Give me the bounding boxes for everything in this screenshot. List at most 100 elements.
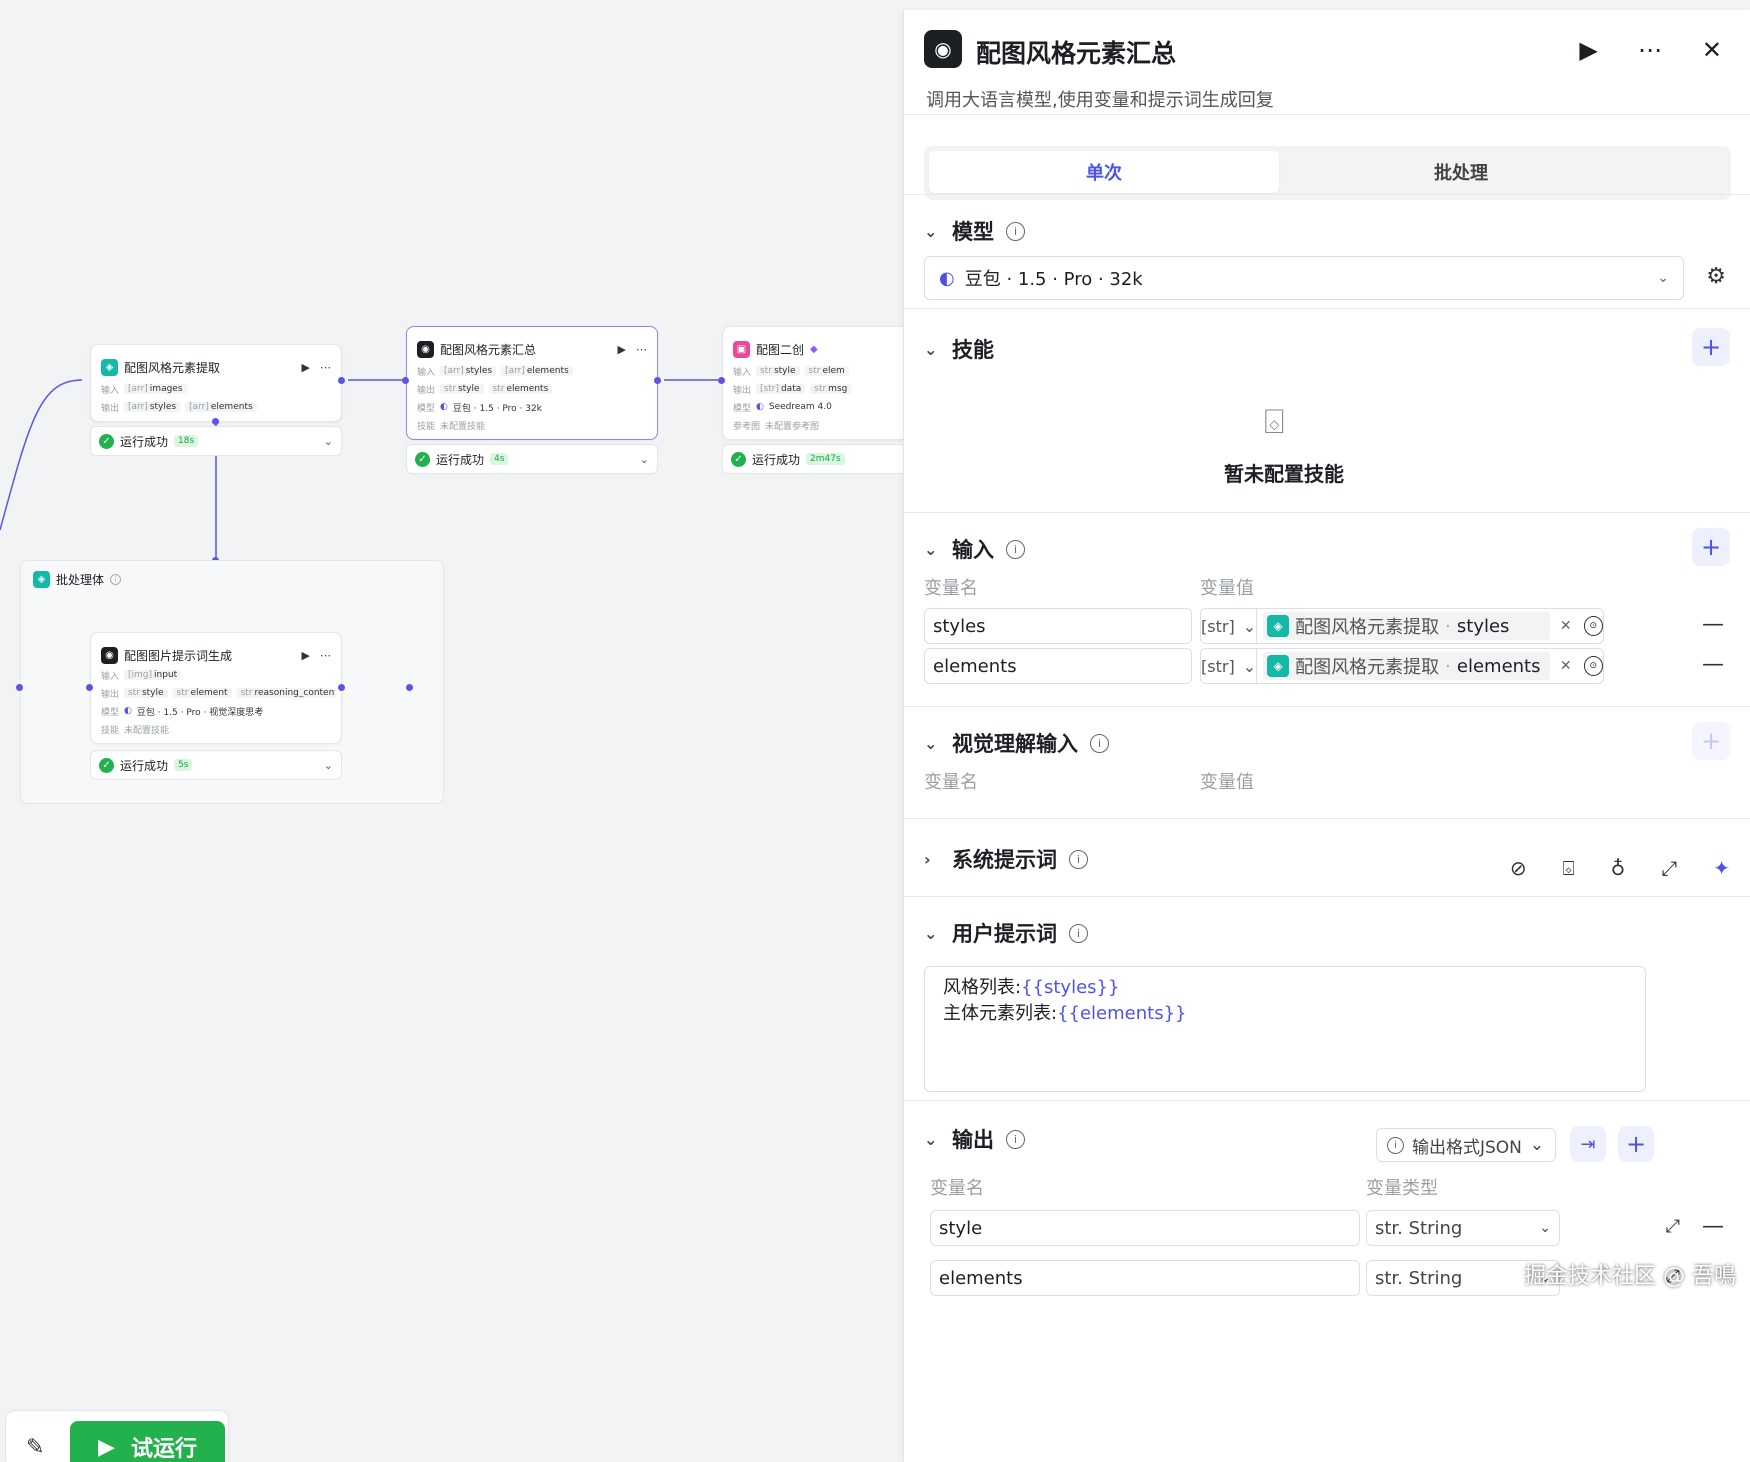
info-icon: i bbox=[1006, 539, 1025, 559]
more-icon[interactable]: ⋯ bbox=[320, 361, 331, 374]
output-port[interactable] bbox=[338, 377, 345, 384]
io-tag: [str] data bbox=[756, 384, 806, 394]
output-format-select[interactable]: i 输出格式JSON ⌄ bbox=[1376, 1128, 1556, 1162]
run-status[interactable]: ✓ 运行成功 4s ⌄ bbox=[406, 444, 658, 474]
input-value-ref[interactable]: [str] ⌄ ◈ 配图风格元素提取 · styles ✕ ⊙ bbox=[1200, 608, 1604, 644]
play-icon[interactable]: ▶ bbox=[618, 343, 626, 356]
remove-output-button[interactable]: — bbox=[1702, 1214, 1724, 1239]
run-status[interactable]: ✓ 运行成功 18s ⌄ bbox=[90, 426, 342, 456]
io-tag: str style bbox=[440, 384, 484, 394]
divider bbox=[904, 512, 1750, 513]
chevron-down-icon: ⌄ bbox=[1242, 656, 1257, 676]
output-port[interactable] bbox=[212, 418, 219, 425]
check-icon: ✓ bbox=[99, 433, 114, 449]
tab-batch[interactable]: 批处理 bbox=[1286, 151, 1636, 193]
tab-single[interactable]: 单次 bbox=[929, 151, 1279, 193]
output-port[interactable] bbox=[406, 684, 413, 691]
node-style-summary[interactable]: ◉ 配图风格元素汇总 ▶ ⋯ 输入 [arr] styles [arr] elements… bbox=[406, 326, 658, 440]
panel-title[interactable]: 配图风格元素汇总 bbox=[976, 34, 1176, 70]
model-select[interactable]: ◐ 豆包 · 1.5 · Pro · 32k ⌄ bbox=[924, 256, 1684, 300]
bulb-icon[interactable]: ♁ bbox=[1611, 856, 1626, 880]
io-tag: [arr] styles bbox=[440, 366, 497, 376]
io-tag: str elem bbox=[804, 366, 849, 376]
expand-icon[interactable]: ⤢ bbox=[1661, 856, 1677, 880]
input-value-ref[interactable]: [str] ⌄ ◈ 配图风格元素提取 · elements ✕ ⊙ bbox=[1200, 648, 1604, 684]
ai-sparkle-icon[interactable]: ✦ bbox=[1713, 856, 1730, 880]
play-icon[interactable]: ▶ bbox=[302, 361, 310, 374]
output-name-field[interactable]: style bbox=[930, 1210, 1360, 1246]
wrench-icon[interactable]: ✎ bbox=[26, 1435, 44, 1460]
chevron-down-icon: ⌄ bbox=[924, 339, 938, 359]
chevron-down-icon[interactable]: ⌄ bbox=[324, 435, 333, 448]
input-port[interactable] bbox=[16, 684, 23, 691]
add-output-button[interactable]: + bbox=[1618, 1126, 1654, 1162]
input-port[interactable] bbox=[718, 377, 725, 384]
section-user-prompt[interactable]: ⌄ 用户提示词 i bbox=[924, 918, 1088, 948]
chevron-right-icon: › bbox=[924, 849, 931, 869]
section-skills[interactable]: ⌄ 技能 bbox=[924, 334, 994, 364]
info-icon: i bbox=[1090, 733, 1109, 753]
add-skill-button[interactable]: + bbox=[1692, 328, 1730, 366]
check-icon: ✓ bbox=[731, 451, 746, 467]
play-icon[interactable]: ▶ bbox=[302, 649, 310, 662]
run-status[interactable]: ✓ 运行成功 5s ⌄ bbox=[90, 750, 342, 780]
add-input-button[interactable]: + bbox=[1692, 528, 1730, 566]
chevron-down-icon: ⌄ bbox=[1539, 1220, 1551, 1236]
output-name-field[interactable]: elements bbox=[930, 1260, 1360, 1296]
seedream-icon: ◐ bbox=[756, 402, 764, 412]
chevron-down-icon: ⌄ bbox=[924, 733, 938, 753]
run-status[interactable]: ✓ 运行成功 2m47s bbox=[722, 444, 905, 474]
clear-icon[interactable]: ✕ bbox=[1560, 618, 1572, 634]
gear-icon[interactable]: ⚙ bbox=[1706, 264, 1726, 289]
input-name-field[interactable]: styles bbox=[924, 608, 1192, 644]
remove-input-button[interactable]: — bbox=[1702, 612, 1724, 637]
target-icon[interactable]: ⊙ bbox=[1583, 656, 1603, 676]
output-port[interactable] bbox=[654, 377, 661, 384]
info-icon: i bbox=[1069, 923, 1088, 943]
node-image-recreate[interactable]: ▣ 配图二创 ◆ 输入 str style str elem 输出 [str] data st… bbox=[722, 326, 905, 440]
section-model[interactable]: ⌄ 模型 i bbox=[924, 216, 1025, 246]
clear-icon[interactable]: ✕ bbox=[1560, 658, 1572, 674]
target-icon[interactable]: ⊙ bbox=[1583, 616, 1603, 636]
more-icon[interactable]: ⋯ bbox=[636, 343, 647, 356]
close-icon[interactable]: ✕ bbox=[1702, 36, 1722, 64]
chevron-down-icon[interactable]: ⌄ bbox=[640, 453, 649, 466]
add-vision-input-button[interactable]: + bbox=[1692, 722, 1730, 760]
chevron-down-icon[interactable]: ⌄ bbox=[324, 759, 333, 772]
divider bbox=[904, 1100, 1750, 1101]
io-tag: str element bbox=[172, 688, 232, 698]
divider bbox=[904, 194, 1750, 195]
image-gen-icon: ▣ bbox=[733, 340, 750, 358]
section-system-prompt[interactable]: › 系统提示词 i bbox=[924, 844, 1088, 874]
node-llm-icon: ◉ bbox=[417, 340, 434, 358]
llm-node-icon: ◉ bbox=[924, 30, 962, 68]
section-output[interactable]: ⌄ 输出 i bbox=[924, 1124, 1025, 1154]
test-run-button[interactable]: ▶ 试运行 bbox=[70, 1421, 225, 1462]
remove-input-button[interactable]: — bbox=[1702, 652, 1724, 677]
doubao-icon: ◐ bbox=[939, 267, 955, 289]
output-type-select[interactable]: str. String ⌄ bbox=[1366, 1210, 1560, 1246]
input-name-field[interactable]: elements bbox=[924, 648, 1192, 684]
node-style-extract[interactable]: ◈ 配图风格元素提取 ▶ ⋯ 输入 [arr] images 输出 [arr] style… bbox=[90, 344, 342, 422]
io-tag: str elements bbox=[488, 384, 553, 394]
section-vision-input[interactable]: ⌄ 视觉理解输入 i bbox=[924, 728, 1109, 758]
workflow-canvas[interactable]: ◈ 配图风格元素提取 ▶ ⋯ 输入 [arr] images 输出 [arr] style… bbox=[0, 0, 905, 1462]
library-icon[interactable]: ⌺ bbox=[1563, 856, 1575, 880]
col-var-value: 变量值 bbox=[1200, 578, 1254, 599]
compass-icon[interactable]: ⊘ bbox=[1510, 856, 1527, 880]
import-json-button[interactable]: ⇥ bbox=[1570, 1126, 1606, 1162]
section-input[interactable]: ⌄ 输入 i bbox=[924, 534, 1025, 564]
expand-icon[interactable]: ⤢ bbox=[1666, 1216, 1680, 1237]
input-port[interactable] bbox=[402, 377, 409, 384]
panel-description[interactable]: 调用大语言模型,使用变量和提示词生成回复 bbox=[926, 86, 1274, 112]
info-icon: i bbox=[1006, 221, 1025, 241]
more-icon[interactable]: ⋯ bbox=[320, 649, 331, 662]
user-prompt-editor[interactable]: 风格列表:{{styles}} 主体元素列表:{{elements}} bbox=[924, 966, 1646, 1092]
node-prompt-generation[interactable]: ◉ 配图图片提示词生成 ▶ ⋯ 输入 [img] input 输出 str style st… bbox=[90, 632, 342, 744]
input-port[interactable] bbox=[86, 684, 93, 691]
io-tag: [arr] elements bbox=[185, 402, 257, 412]
output-port[interactable] bbox=[338, 684, 345, 691]
batch-title: 批处理体 bbox=[56, 573, 105, 587]
more-icon[interactable]: ⋯ bbox=[1638, 36, 1662, 64]
play-icon[interactable]: ▶ bbox=[1579, 36, 1597, 64]
